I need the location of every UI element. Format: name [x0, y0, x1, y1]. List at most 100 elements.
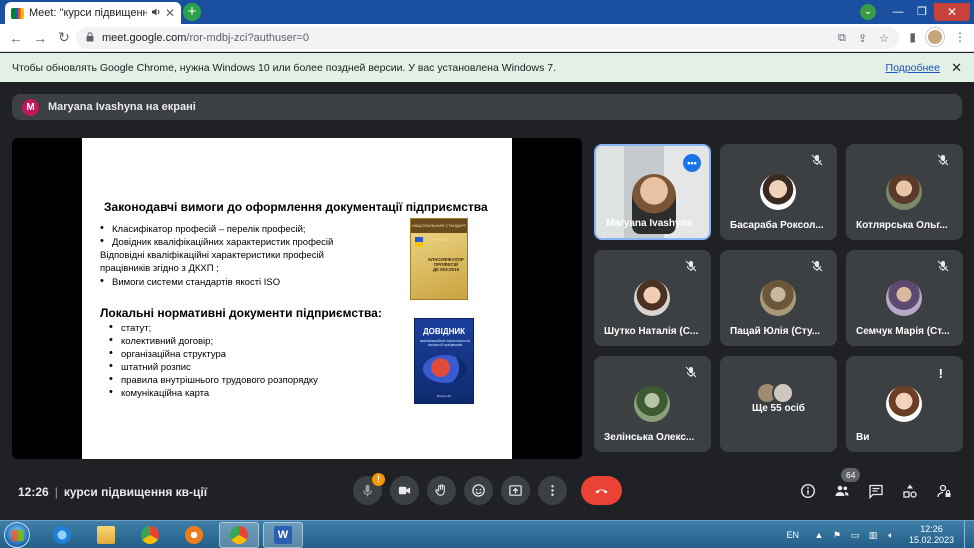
- lock-person-icon: [937, 484, 951, 498]
- self-alert-icon[interactable]: !: [939, 366, 943, 381]
- taskbar-ie[interactable]: [42, 522, 82, 548]
- tab-close-icon[interactable]: ✕: [165, 6, 175, 20]
- participant-avatar: [760, 280, 796, 316]
- slide-list2-item: штатний розпис: [109, 360, 191, 373]
- activities-button[interactable]: [898, 479, 922, 503]
- window-controls: ⌄ — ❐ ✕: [860, 0, 974, 24]
- participant-tile[interactable]: Пацай Юлія (Сту...: [720, 250, 837, 346]
- system-tray: EN ▲ ⚑ ▭ ▥ 🔈︎ 12:26 15.02.2023: [786, 521, 974, 548]
- leave-call-button[interactable]: [581, 476, 622, 505]
- tray-expand-icon[interactable]: ▲: [813, 529, 825, 541]
- self-tile[interactable]: ! Ви: [846, 356, 963, 452]
- participant-tile[interactable]: Зелінська Олекс...: [594, 356, 711, 452]
- share-icon[interactable]: ⇪: [858, 32, 867, 45]
- chat-icon: [869, 484, 883, 499]
- mic-off-icon: [809, 154, 825, 170]
- browser-tab-meet[interactable]: Meet: "курси підвищення кв ✕: [5, 2, 181, 24]
- participant-tile[interactable]: Котлярська Ольг...: [846, 144, 963, 240]
- book2-title: ДОВІДНИК: [422, 327, 466, 336]
- media-player-icon: [185, 526, 203, 544]
- participant-tile[interactable]: Семчук Марія (Ст...: [846, 250, 963, 346]
- taskbar-explorer[interactable]: [86, 522, 126, 548]
- side-panel-icon[interactable]: ▮: [909, 30, 916, 44]
- window-close-button[interactable]: ✕: [934, 3, 970, 21]
- chat-button[interactable]: [864, 479, 888, 503]
- slide-list2-item: колективний договір;: [109, 334, 213, 347]
- reactions-button[interactable]: [464, 476, 493, 505]
- participant-avatar: [772, 382, 794, 404]
- network-icon[interactable]: ▥: [867, 529, 879, 541]
- more-participants-tile[interactable]: Ще 55 осіб: [720, 356, 837, 452]
- speaker-icon[interactable]: [151, 7, 161, 20]
- meeting-details-button[interactable]: [796, 479, 820, 503]
- chrome-icon: [141, 526, 159, 544]
- restore-button[interactable]: ❐: [910, 4, 934, 20]
- host-controls-button[interactable]: [932, 479, 956, 503]
- presentation-stage[interactable]: Законодавчі вимоги до оформлення докумен…: [12, 138, 582, 459]
- meet-favicon-icon: [11, 7, 24, 19]
- download-icon[interactable]: ⌄: [860, 4, 876, 20]
- ukraine-flag-icon: [415, 237, 423, 247]
- tray-clock[interactable]: 12:26 15.02.2023: [909, 524, 954, 546]
- url-host: meet.google.com: [102, 32, 187, 44]
- start-button[interactable]: [4, 522, 30, 548]
- people-icon: [835, 485, 849, 496]
- show-desktop-button[interactable]: [964, 521, 974, 548]
- volume-icon[interactable]: 🔈︎: [885, 529, 897, 541]
- address-bar[interactable]: meet.google.com /ror-mdbj-zci?authuser=0…: [76, 27, 899, 49]
- mic-button[interactable]: !: [353, 473, 385, 505]
- browser-tab-strip: Meet: "курси підвищення кв ✕ + ⌄ — ❐ ✕: [0, 0, 974, 24]
- back-button[interactable]: ←: [4, 30, 28, 46]
- profile-avatar[interactable]: [926, 28, 944, 46]
- activities-shapes-icon: [903, 484, 917, 498]
- language-indicator[interactable]: EN: [786, 530, 799, 540]
- bookmark-star-icon[interactable]: ☆: [879, 32, 889, 45]
- present-button[interactable]: [501, 476, 530, 505]
- forward-button[interactable]: →: [28, 30, 52, 46]
- menu-kebab-icon[interactable]: ⋮: [954, 30, 966, 44]
- book1-title: КЛАСИФІКАТОР ПРОФЕСІЙ: [428, 257, 464, 267]
- participant-name: Maryana Ivashyna: [606, 218, 693, 229]
- minimize-button[interactable]: —: [886, 4, 910, 20]
- translate-icon[interactable]: ⧉: [838, 32, 846, 45]
- participant-tile-speaking[interactable]: ••• Maryana Ivashyna: [594, 144, 711, 240]
- infobar-close-icon[interactable]: ✕: [951, 60, 962, 76]
- slide-heading-1: Законодавчі вимоги до оформлення докумен…: [104, 200, 488, 214]
- presenter-avatar: M: [22, 98, 39, 116]
- meeting-info: 12:26 | курси підвищення кв-ції: [18, 485, 207, 499]
- presenter-text: Maryana Ivashyna на екрані: [48, 101, 196, 113]
- participant-avatar: [634, 386, 670, 422]
- taskbar-chrome-pinned[interactable]: [130, 522, 170, 548]
- people-button[interactable]: [830, 479, 854, 503]
- lock-icon[interactable]: [86, 32, 94, 44]
- folder-icon: [97, 526, 115, 544]
- internet-explorer-icon: [53, 526, 71, 544]
- meeting-title: курси підвищення кв-ції: [63, 485, 208, 499]
- meeting-time: 12:26: [18, 485, 49, 499]
- slide-heading-2: Локальні нормативні документи підприємст…: [100, 306, 382, 320]
- raise-hand-button[interactable]: [427, 476, 456, 505]
- display-icon[interactable]: ▭: [849, 529, 861, 541]
- hang-up-icon: [595, 489, 608, 494]
- participant-tile[interactable]: Шутко Наталія (С...: [594, 250, 711, 346]
- flag-icon[interactable]: ⚑: [831, 529, 843, 541]
- word-icon: W: [274, 526, 292, 544]
- participant-tile[interactable]: Басараба Роксол...: [720, 144, 837, 240]
- slide-plain-line: працівників згідно з ДКХП ;: [100, 263, 219, 274]
- taskbar-media-player[interactable]: [174, 522, 214, 548]
- taskbar-word[interactable]: W: [263, 522, 303, 548]
- camera-button[interactable]: [390, 476, 419, 505]
- taskbar-chrome-active[interactable]: [219, 522, 259, 548]
- new-tab-button[interactable]: +: [183, 3, 201, 21]
- book1-top-label: НАЦІОНАЛЬНИЙ СТАНДАРТ УКРАЇНИ: [411, 219, 467, 242]
- more-options-button[interactable]: [538, 476, 567, 505]
- participant-name: Пацай Юлія (Сту...: [730, 326, 821, 337]
- reload-button[interactable]: ↻: [52, 29, 76, 46]
- tray-time: 12:26: [920, 524, 943, 534]
- slide-list2-item: правила внутрішнього трудового розпорядк…: [109, 373, 318, 386]
- infobar-more-link[interactable]: Подробнее: [886, 62, 940, 74]
- update-infobar: Чтобы обновлять Google Chrome, нужна Win…: [0, 53, 974, 82]
- info-icon: [800, 483, 816, 499]
- mic-warning-icon: !: [372, 473, 385, 486]
- emoji-icon: [472, 484, 485, 497]
